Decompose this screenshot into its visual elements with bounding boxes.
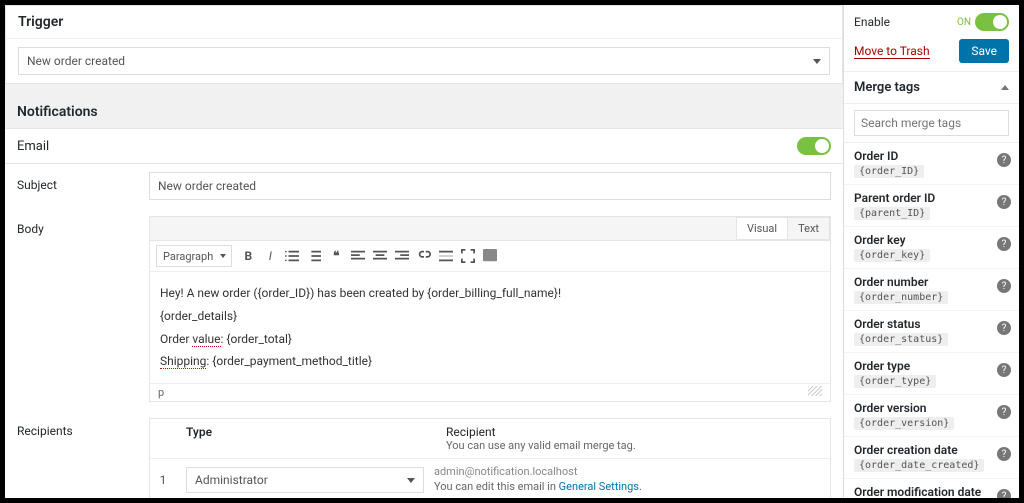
help-icon[interactable]: ?: [997, 363, 1011, 377]
quote-icon[interactable]: ❝: [326, 246, 346, 266]
merge-tag-code: {order_status}: [854, 333, 948, 346]
merge-tag-label: Order creation date: [854, 443, 1009, 457]
merge-tag-item[interactable]: Order status {order_status}?: [844, 311, 1019, 353]
merge-tag-label: Order number: [854, 275, 1009, 289]
merge-tag-item[interactable]: Order number {order_number}?: [844, 269, 1019, 311]
bold-icon[interactable]: B: [238, 246, 258, 266]
format-select[interactable]: Paragraph: [156, 245, 232, 267]
help-icon[interactable]: ?: [997, 279, 1011, 293]
merge-tag-item[interactable]: Order key {order_key}?: [844, 227, 1019, 269]
merge-tag-code: {order_date_created}: [854, 459, 984, 472]
merge-tag-label: Order key: [854, 233, 1009, 247]
merge-tag-item[interactable]: Order modification date{order_date_modif…: [844, 479, 1019, 498]
recipient-row: 1 Administrator admin@notification.local…: [150, 459, 830, 498]
merge-tag-code: {parent_ID}: [854, 207, 930, 220]
trigger-heading: Trigger: [6, 6, 842, 39]
collapse-icon[interactable]: [1001, 85, 1009, 90]
email-label: Email: [17, 139, 49, 154]
link-icon[interactable]: [414, 246, 434, 266]
resize-handle-icon[interactable]: [808, 386, 822, 396]
bullet-list-icon[interactable]: [282, 246, 302, 266]
recipient-row-number: 1: [150, 467, 176, 493]
italic-icon[interactable]: I: [260, 246, 280, 266]
editor-path: p: [158, 386, 164, 399]
notifications-heading: Notifications: [5, 94, 843, 128]
editor-content[interactable]: Hey! A new order ({order_ID}) has been c…: [150, 272, 830, 383]
toolbar-toggle-icon[interactable]: [480, 246, 500, 266]
merge-tag-code: {order_ID}: [854, 165, 924, 178]
merge-tag-item[interactable]: Order ID {order_ID}?: [844, 143, 1019, 185]
merge-tag-label: Order type: [854, 359, 1009, 373]
merge-tags-heading: Merge tags: [854, 80, 920, 95]
subject-label: Subject: [17, 172, 149, 192]
help-icon[interactable]: ?: [997, 321, 1011, 335]
merge-tag-label: Parent order ID: [854, 191, 1009, 205]
chevron-down-icon: [407, 478, 415, 483]
help-icon[interactable]: ?: [997, 153, 1011, 167]
recipient-type-select[interactable]: Administrator: [186, 467, 424, 493]
enable-on-text: ON: [957, 17, 971, 28]
help-icon[interactable]: ?: [997, 489, 1011, 498]
merge-tag-item[interactable]: Order creation date {order_date_created}?: [844, 437, 1019, 479]
save-button[interactable]: Save: [959, 39, 1009, 63]
recipient-note: You can edit this email in General Setti…: [424, 478, 830, 495]
merge-tag-code: {order_key}: [854, 249, 930, 262]
merge-tag-label: Order ID: [854, 149, 1009, 163]
merge-tag-label: Order status: [854, 317, 1009, 331]
merge-tag-code: {order_number}: [854, 291, 948, 304]
recipients-col-type: Type: [176, 419, 436, 458]
merge-tag-label: Order version: [854, 401, 1009, 415]
align-left-icon[interactable]: [348, 246, 368, 266]
enable-toggle[interactable]: [975, 13, 1009, 31]
tab-text[interactable]: Text: [787, 217, 830, 240]
merge-tag-code: {order_type}: [854, 375, 936, 388]
general-settings-link[interactable]: General Settings: [559, 480, 639, 493]
body-editor: Visual Text Paragraph B I ❝: [149, 216, 831, 402]
move-to-trash-link[interactable]: Move to Trash: [854, 44, 930, 59]
recipients-col-recipient: Recipient You can use any valid email me…: [436, 419, 830, 458]
trigger-value: New order created: [27, 54, 125, 68]
more-icon[interactable]: [436, 246, 456, 266]
merge-tag-item[interactable]: Parent order ID {parent_ID}?: [844, 185, 1019, 227]
email-toggle[interactable]: [797, 137, 831, 155]
trigger-select[interactable]: New order created: [18, 47, 830, 75]
tab-visual[interactable]: Visual: [736, 217, 788, 240]
align-center-icon[interactable]: [370, 246, 390, 266]
merge-tag-code: {order_version}: [854, 417, 954, 430]
help-icon[interactable]: ?: [997, 237, 1011, 251]
help-icon[interactable]: ?: [997, 195, 1011, 209]
merge-tag-label: Order modification date: [854, 485, 1009, 498]
recipient-value: admin@notification.localhost: [424, 465, 830, 478]
merge-tag-item[interactable]: Order type {order_type}?: [844, 353, 1019, 395]
help-icon[interactable]: ?: [997, 405, 1011, 419]
number-list-icon[interactable]: [304, 246, 324, 266]
merge-tag-item[interactable]: Order version {order_version}?: [844, 395, 1019, 437]
help-icon[interactable]: ?: [997, 447, 1011, 461]
merge-tags-search-input[interactable]: [854, 110, 1009, 136]
enable-label: Enable: [854, 15, 890, 29]
recipients-label: Recipients: [17, 418, 149, 438]
align-right-icon[interactable]: [392, 246, 412, 266]
chevron-down-icon: [813, 59, 821, 64]
subject-input[interactable]: [149, 172, 831, 200]
fullscreen-icon[interactable]: [458, 246, 478, 266]
body-label: Body: [17, 216, 149, 236]
